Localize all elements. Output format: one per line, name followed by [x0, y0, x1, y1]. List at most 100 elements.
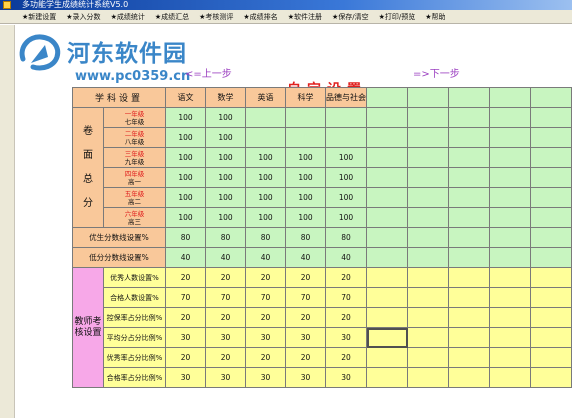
menu-print-preview[interactable]: ★打印/预览: [379, 12, 416, 22]
teacher-cell[interactable]: 30: [245, 367, 286, 388]
score-cell[interactable]: 100: [325, 187, 367, 208]
score-cell[interactable]: 100: [245, 167, 286, 188]
threshold-cell[interactable]: [489, 227, 531, 248]
teacher-cell[interactable]: 30: [325, 367, 367, 388]
teacher-cell[interactable]: 20: [325, 307, 367, 328]
teacher-cell[interactable]: 20: [165, 267, 206, 288]
teacher-cell[interactable]: 20: [325, 347, 367, 368]
next-step-link[interactable]: =>下一步: [413, 65, 460, 80]
teacher-cell[interactable]: [448, 327, 490, 348]
score-cell[interactable]: [325, 107, 367, 128]
score-cell[interactable]: [489, 127, 531, 148]
subject-header-3[interactable]: 科学: [285, 87, 326, 108]
teacher-cell[interactable]: [407, 347, 449, 368]
menu-ranking[interactable]: ★成绩排名: [243, 12, 277, 22]
teacher-cell[interactable]: [489, 267, 531, 288]
score-cell[interactable]: [407, 207, 449, 228]
score-cell[interactable]: 100: [325, 207, 367, 228]
teacher-cell[interactable]: 70: [285, 287, 326, 308]
subject-header-9[interactable]: [530, 87, 572, 108]
threshold-cell[interactable]: 40: [285, 247, 326, 268]
subject-header-4[interactable]: 品德与社会: [325, 87, 367, 108]
score-cell[interactable]: 100: [165, 127, 206, 148]
teacher-cell[interactable]: [407, 327, 449, 348]
subject-header-6[interactable]: [407, 87, 449, 108]
teacher-cell[interactable]: [448, 287, 490, 308]
teacher-cell[interactable]: 30: [285, 367, 326, 388]
subject-header-7[interactable]: [448, 87, 490, 108]
teacher-cell[interactable]: [489, 327, 531, 348]
teacher-cell[interactable]: 70: [205, 287, 246, 308]
teacher-cell[interactable]: 20: [205, 307, 246, 328]
score-cell[interactable]: [489, 147, 531, 168]
teacher-cell[interactable]: [448, 347, 490, 368]
score-cell[interactable]: [530, 207, 572, 228]
teacher-cell[interactable]: [366, 287, 408, 308]
score-cell[interactable]: 100: [245, 207, 286, 228]
teacher-cell[interactable]: 30: [205, 327, 246, 348]
teacher-cell[interactable]: 20: [205, 347, 246, 368]
score-cell[interactable]: [407, 187, 449, 208]
subject-header-5[interactable]: [366, 87, 408, 108]
threshold-cell[interactable]: 40: [165, 247, 206, 268]
threshold-cell[interactable]: [448, 247, 490, 268]
threshold-cell[interactable]: 80: [285, 227, 326, 248]
score-cell[interactable]: [448, 127, 490, 148]
teacher-cell[interactable]: 30: [325, 327, 367, 348]
score-cell[interactable]: [245, 127, 286, 148]
teacher-cell[interactable]: [407, 287, 449, 308]
teacher-cell[interactable]: 20: [285, 307, 326, 328]
teacher-cell[interactable]: [530, 267, 572, 288]
subject-header-2[interactable]: 英语: [245, 87, 286, 108]
score-cell[interactable]: 100: [245, 187, 286, 208]
menu-enter-scores[interactable]: ★录入分数: [66, 12, 100, 22]
threshold-cell[interactable]: [530, 227, 572, 248]
teacher-cell[interactable]: [530, 307, 572, 328]
teacher-cell[interactable]: 20: [245, 347, 286, 368]
score-cell[interactable]: [530, 107, 572, 128]
threshold-cell[interactable]: 80: [325, 227, 367, 248]
score-cell[interactable]: 100: [165, 167, 206, 188]
teacher-cell[interactable]: [407, 307, 449, 328]
threshold-cell[interactable]: 40: [245, 247, 286, 268]
menu-score-summary[interactable]: ★成绩汇总: [155, 12, 189, 22]
teacher-cell[interactable]: 20: [165, 347, 206, 368]
teacher-cell[interactable]: [366, 327, 408, 348]
score-cell[interactable]: [407, 107, 449, 128]
score-cell[interactable]: [325, 127, 367, 148]
teacher-cell[interactable]: 30: [245, 327, 286, 348]
score-cell[interactable]: [407, 147, 449, 168]
teacher-cell[interactable]: [366, 367, 408, 388]
score-cell[interactable]: 100: [165, 147, 206, 168]
teacher-cell[interactable]: [448, 307, 490, 328]
teacher-cell[interactable]: [366, 347, 408, 368]
teacher-cell[interactable]: 20: [285, 267, 326, 288]
menu-new-settings[interactable]: ★新建设置: [22, 12, 56, 22]
teacher-cell[interactable]: 30: [165, 327, 206, 348]
subject-header-1[interactable]: 数学: [205, 87, 246, 108]
score-cell[interactable]: [245, 107, 286, 128]
score-cell[interactable]: [530, 127, 572, 148]
teacher-cell[interactable]: 20: [325, 267, 367, 288]
menu-help[interactable]: ★帮助: [425, 12, 445, 22]
score-cell[interactable]: 100: [205, 167, 246, 188]
score-cell[interactable]: [366, 127, 408, 148]
teacher-cell[interactable]: [489, 307, 531, 328]
score-cell[interactable]: [530, 187, 572, 208]
teacher-cell[interactable]: [407, 267, 449, 288]
threshold-cell[interactable]: [530, 247, 572, 268]
teacher-cell[interactable]: 70: [245, 287, 286, 308]
score-cell[interactable]: [489, 107, 531, 128]
threshold-cell[interactable]: 80: [205, 227, 246, 248]
score-cell[interactable]: [448, 107, 490, 128]
teacher-cell[interactable]: [489, 287, 531, 308]
teacher-cell[interactable]: 20: [285, 347, 326, 368]
threshold-cell[interactable]: [366, 247, 408, 268]
score-cell[interactable]: 100: [285, 187, 326, 208]
teacher-cell[interactable]: [407, 367, 449, 388]
teacher-cell[interactable]: [530, 287, 572, 308]
subject-header-8[interactable]: [489, 87, 531, 108]
threshold-cell[interactable]: 80: [165, 227, 206, 248]
menu-score-stats[interactable]: ★成绩统计: [111, 12, 145, 22]
menu-register[interactable]: ★软件注册: [288, 12, 322, 22]
